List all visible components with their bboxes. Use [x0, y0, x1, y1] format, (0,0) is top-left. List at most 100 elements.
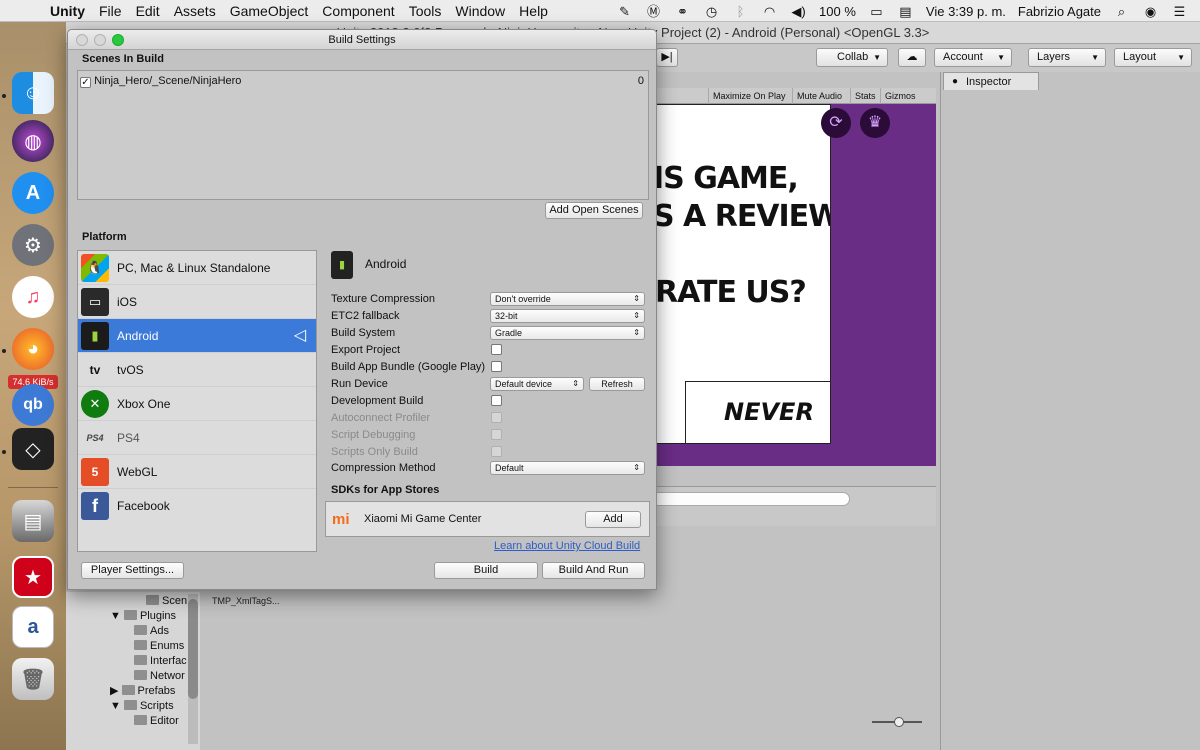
trophy-icon[interactable]: ♛	[860, 108, 890, 138]
battery-percent[interactable]: 100 %	[819, 4, 856, 19]
platform-item-webgl[interactable]: 5 WebGL	[78, 455, 316, 489]
unity-icon[interactable]: ◇	[12, 428, 54, 470]
tree-item-interfaces[interactable]: Interfac	[134, 654, 187, 669]
platform-item-tvos[interactable]: tv tvOS	[78, 353, 316, 387]
system-preferences-icon[interactable]: ⚙	[12, 224, 54, 266]
maximize-on-play-toggle[interactable]: Maximize On Play	[708, 88, 790, 104]
menu-gameobject[interactable]: GameObject	[230, 3, 309, 19]
mute-audio-toggle[interactable]: Mute Audio	[792, 88, 846, 104]
tree-item-network[interactable]: Networ	[134, 669, 185, 684]
run-device-dropdown[interactable]: Default device ⇕	[490, 377, 584, 391]
tree-scrollbar-thumb[interactable]	[188, 599, 198, 699]
wifi-icon[interactable]: ◠	[761, 4, 778, 19]
gizmos-toggle[interactable]: Gizmos	[880, 88, 920, 104]
account-button[interactable]: Account ▼	[934, 48, 1012, 67]
android-icon: ▮	[81, 322, 109, 350]
app-store-icon[interactable]: A	[12, 172, 54, 214]
player-settings-button[interactable]: Player Settings...	[81, 562, 184, 579]
battery-icon[interactable]: ▭	[868, 4, 885, 19]
menu-window[interactable]: Window	[455, 3, 505, 19]
layers-button[interactable]: Layers ▼	[1028, 48, 1106, 67]
add-open-scenes-button[interactable]: Add Open Scenes	[545, 202, 643, 219]
keyboard-flag-icon[interactable]: ▤	[897, 4, 914, 19]
time-machine-icon[interactable]: ◷	[703, 4, 720, 19]
bluetooth-icon[interactable]: ᛒ	[732, 4, 749, 19]
etc2-fallback-dropdown[interactable]: 32-bit ⇕	[490, 309, 645, 323]
malwarebytes-icon[interactable]: Ⓜ	[645, 4, 662, 19]
compression-method-row: Compression Method Default ⇕	[331, 460, 649, 476]
inspector-tab[interactable]: ● Inspector	[943, 72, 1039, 90]
platform-item-facebook[interactable]: f Facebook	[78, 489, 316, 523]
firefox-icon[interactable]: ◕	[12, 328, 54, 370]
itunes-icon[interactable]: ♫	[12, 276, 54, 318]
menu-assets[interactable]: Assets	[174, 3, 216, 19]
game-view[interactable]: IS GAME, S A REVIEW. RATE US? NEVER ⟳ ♛	[656, 104, 936, 466]
menu-component[interactable]: Component	[322, 3, 394, 19]
autoconnect-profiler-label: Autoconnect Profiler	[331, 412, 431, 424]
unity-cloud-build-link[interactable]: Learn about Unity Cloud Build	[494, 540, 640, 552]
platform-item-standalone[interactable]: 🐧 PC, Mac & Linux Standalone	[78, 251, 316, 285]
minimize-window-icon[interactable]	[94, 34, 106, 46]
qbittorrent-icon[interactable]: qb	[12, 384, 54, 426]
siri-icon[interactable]: ◉	[1142, 4, 1159, 19]
platform-item-ios[interactable]: ▭ iOS	[78, 285, 316, 319]
platform-item-ps4[interactable]: PS4 PS4	[78, 421, 316, 455]
build-system-dropdown[interactable]: Gradle ⇕	[490, 326, 645, 340]
run-device-label: Run Device	[331, 378, 388, 390]
menu-user[interactable]: Fabrizio Agate	[1018, 4, 1101, 19]
zoom-window-icon[interactable]	[112, 34, 124, 46]
build-app-bundle-checkbox[interactable]	[491, 361, 502, 372]
icon-size-slider-thumb[interactable]	[894, 717, 904, 727]
platform-item-android[interactable]: ▮ Android ◁	[78, 319, 316, 353]
step-button[interactable]: ▶|	[656, 48, 678, 67]
scene-row[interactable]: ✓ Ninja_Hero/_Scene/NinjaHero 0	[80, 73, 646, 89]
docx-document-icon[interactable]: a	[12, 606, 54, 648]
printer-icon[interactable]: ▤	[12, 500, 54, 542]
refresh-devices-button[interactable]: Refresh	[589, 377, 645, 391]
tree-item-scripts[interactable]: ▼ Scripts	[110, 699, 174, 714]
spotlight-search-icon[interactable]: ⌕	[1113, 4, 1130, 19]
build-button[interactable]: Build	[434, 562, 538, 579]
tree-item-ads[interactable]: Ads	[134, 624, 169, 639]
close-window-icon[interactable]	[76, 34, 88, 46]
notification-center-icon[interactable]: ☰	[1171, 4, 1188, 19]
texture-compression-dropdown[interactable]: Don't override ⇕	[490, 292, 645, 306]
folder-icon	[121, 685, 135, 695]
menu-app-unity[interactable]: Unity	[50, 3, 85, 19]
trash-icon[interactable]: 🗑	[12, 658, 54, 700]
collab-button[interactable]: Collab ▼	[816, 48, 888, 67]
menu-clock[interactable]: Vie 3:39 p. m.	[926, 4, 1006, 19]
scenes-in-build-label: Scenes In Build	[82, 53, 164, 65]
tree-item-prefabs[interactable]: ▶ Prefabs	[110, 684, 175, 699]
export-project-checkbox[interactable]	[491, 344, 502, 355]
volume-icon[interactable]: ◀)	[790, 4, 807, 19]
tree-scrollbar[interactable]	[188, 594, 198, 744]
scene-checkbox[interactable]: ✓	[80, 77, 91, 88]
tree-item-scene[interactable]: Scen	[146, 594, 187, 609]
project-file-label[interactable]: TMP_XmlTagS...	[212, 596, 280, 606]
tree-item-plugins[interactable]: ▼ Plugins	[110, 609, 176, 624]
settings-circle-icon[interactable]: ⟳	[821, 108, 851, 138]
bookmark-app-icon[interactable]: ★	[12, 556, 54, 598]
finder-icon[interactable]: ☺	[12, 72, 54, 114]
siri-icon[interactable]: ◍	[12, 120, 54, 162]
menu-help[interactable]: Help	[519, 3, 548, 19]
tree-item-editor[interactable]: Editor	[134, 714, 179, 729]
menu-tools[interactable]: Tools	[409, 3, 442, 19]
stats-toggle[interactable]: Stats	[850, 88, 880, 104]
binoculars-icon[interactable]: ⚭	[674, 4, 691, 19]
compression-method-dropdown[interactable]: Default ⇕	[490, 461, 645, 475]
never-button[interactable]: NEVER	[685, 381, 830, 443]
development-build-checkbox[interactable]	[491, 395, 502, 406]
build-and-run-button[interactable]: Build And Run	[542, 562, 645, 579]
platform-item-xbox-one[interactable]: ✕ Xbox One	[78, 387, 316, 421]
tree-item-enums[interactable]: Enums	[134, 639, 184, 654]
cloud-button[interactable]: ☁	[898, 48, 926, 67]
tree-label: Networ	[150, 670, 185, 682]
menu-edit[interactable]: Edit	[136, 3, 160, 19]
pen-tool-icon[interactable]: ✎	[616, 4, 633, 19]
layout-button[interactable]: Layout ▼	[1114, 48, 1192, 67]
menu-file[interactable]: File	[99, 3, 122, 19]
autoconnect-profiler-checkbox	[491, 412, 502, 423]
add-sdk-button[interactable]: Add	[585, 511, 641, 528]
